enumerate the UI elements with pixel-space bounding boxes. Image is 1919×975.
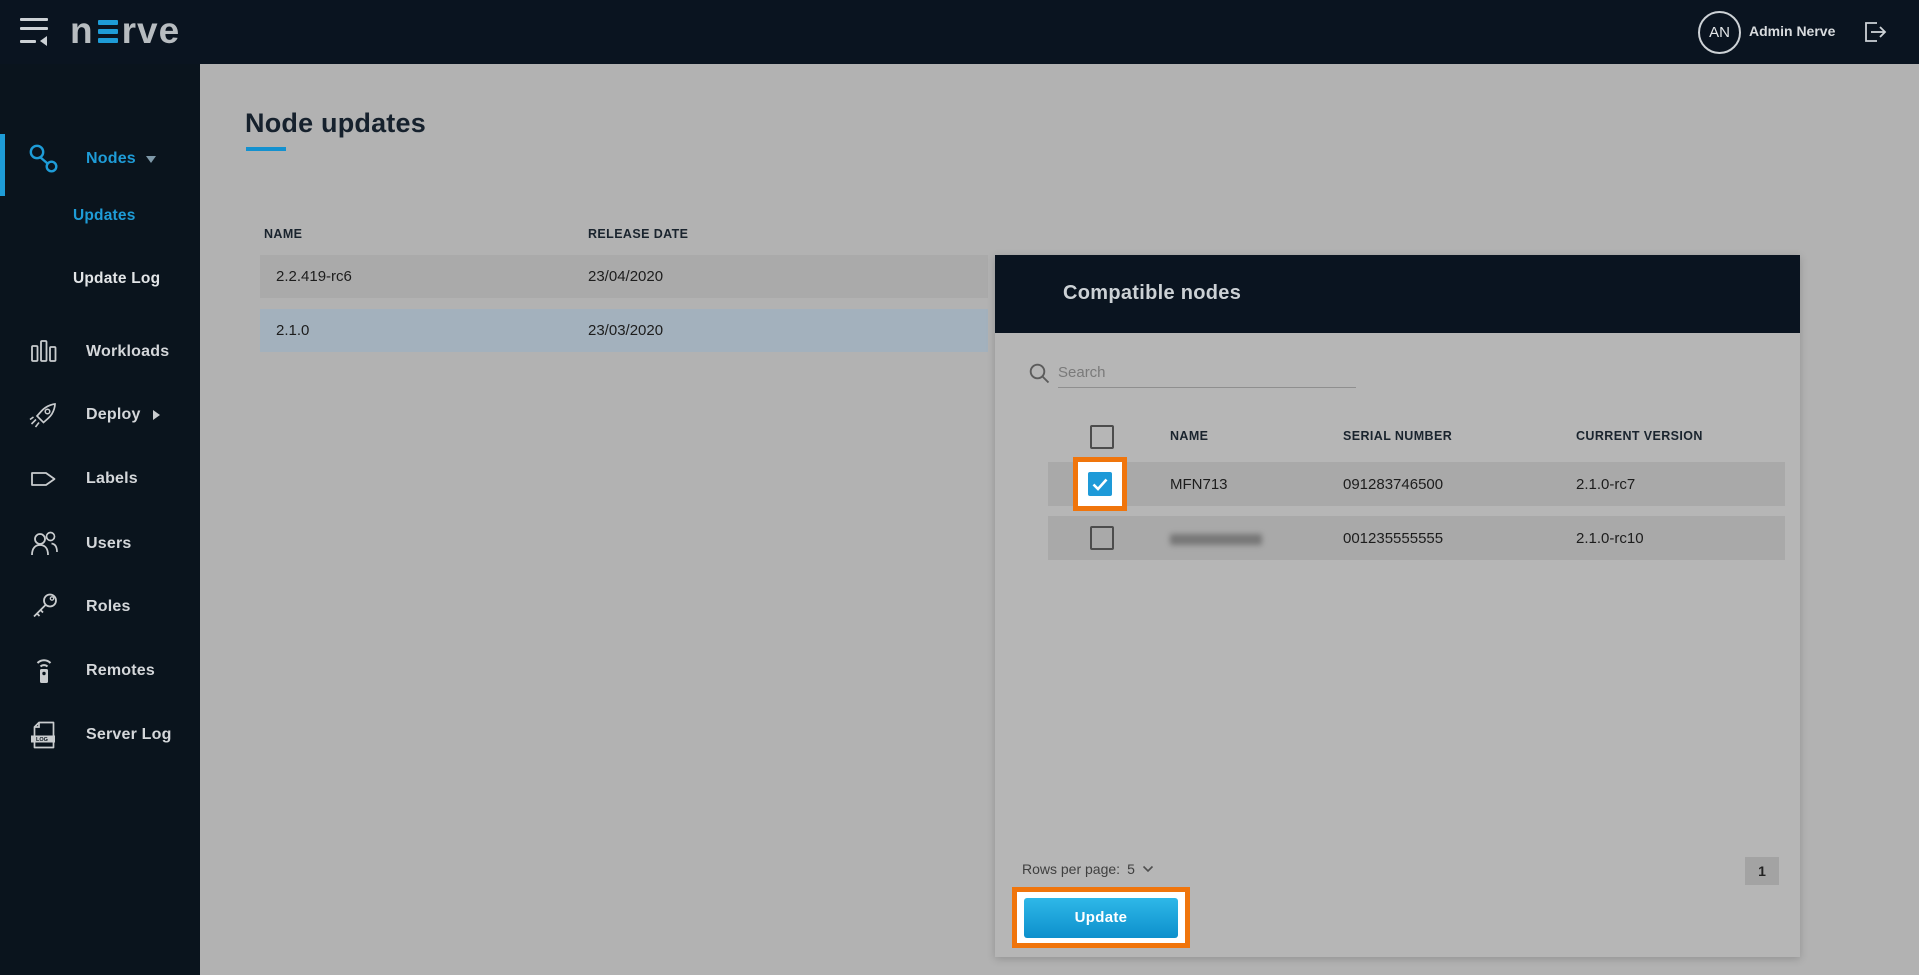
table-header-row: NAME RELEASE DATE	[260, 219, 988, 255]
update-name: 2.2.419-rc6	[276, 268, 352, 285]
workloads-icon	[26, 334, 62, 370]
key-icon	[26, 589, 62, 625]
user-name: Admin Nerve	[1749, 23, 1835, 39]
collapse-arrow-icon	[40, 36, 47, 46]
sidebar: Nodes Updates Update Log Workloads Deplo…	[0, 64, 200, 975]
node-serial: 091283746500	[1343, 476, 1443, 493]
sidebar-item-workloads[interactable]: Workloads	[0, 320, 200, 384]
sidebar-item-label: Deploy	[86, 406, 141, 424]
column-header-serial: SERIAL NUMBER	[1343, 429, 1452, 443]
node-row[interactable]: MFN713 091283746500 2.1.0-rc7	[1048, 462, 1785, 506]
logo-text-pre: n	[70, 10, 94, 52]
page-title: Node updates	[245, 108, 426, 139]
nerve-logo: n rve	[70, 10, 180, 52]
sidebar-item-label: Users	[86, 535, 131, 553]
sidebar-item-label: Remotes	[86, 662, 155, 680]
annotation-highlight-update: Update	[1012, 887, 1190, 948]
sidebar-item-updates[interactable]: Updates	[0, 188, 200, 244]
sidebar-item-label: Server Log	[86, 726, 172, 744]
chevron-down-icon	[146, 156, 156, 163]
chevron-right-icon	[153, 410, 160, 420]
checkbox-unchecked[interactable]	[1090, 526, 1114, 550]
page-number: 1	[1758, 863, 1766, 879]
sidebar-item-update-log[interactable]: Update Log	[0, 251, 200, 307]
table-row-selected[interactable]: 2.1.0 23/03/2020	[260, 309, 988, 352]
node-updates-table: NAME RELEASE DATE 2.2.419-rc6 23/04/2020…	[260, 219, 988, 363]
panel-title: Compatible nodes	[1063, 282, 1241, 305]
title-underline	[246, 147, 286, 151]
screen: n rve AN Admin Nerve Nodes Updates Updat…	[0, 0, 1919, 975]
redacted-node-name	[1170, 534, 1262, 545]
label-tag-icon	[26, 461, 62, 497]
update-button[interactable]: Update	[1024, 898, 1178, 938]
svg-text:LOG: LOG	[36, 737, 48, 743]
node-serial: 001235555555	[1343, 530, 1443, 547]
sidebar-item-label: Updates	[73, 207, 136, 225]
sidebar-item-users[interactable]: Users	[0, 512, 200, 576]
deploy-rocket-icon	[26, 397, 62, 433]
avatar[interactable]: AN	[1698, 11, 1741, 54]
rows-per-page-value: 5	[1127, 861, 1135, 877]
sidebar-item-deploy[interactable]: Deploy	[0, 383, 200, 447]
checkbox-checked[interactable]	[1088, 472, 1112, 496]
sidebar-item-label: Roles	[86, 598, 131, 616]
logo-e-bars-icon	[98, 20, 118, 43]
rows-per-page-control[interactable]: Rows per page: 5	[1022, 861, 1154, 877]
column-header-release-date: RELEASE DATE	[588, 227, 688, 241]
sidebar-item-remotes[interactable]: Remotes	[0, 639, 200, 703]
sidebar-item-roles[interactable]: Roles	[0, 575, 200, 639]
avatar-initials: AN	[1709, 24, 1730, 41]
sidebar-item-labels[interactable]: Labels	[0, 447, 200, 511]
annotation-highlight-checkbox	[1073, 457, 1127, 511]
column-header-version: CURRENT VERSION	[1576, 429, 1703, 443]
column-header-name: NAME	[264, 227, 302, 241]
node-row[interactable]: 001235555555 2.1.0-rc10	[1048, 516, 1785, 560]
users-icon	[26, 526, 62, 562]
logout-icon[interactable]	[1858, 16, 1890, 48]
top-bar: n rve AN Admin Nerve	[0, 0, 1919, 64]
pagination-page-1[interactable]: 1	[1745, 857, 1779, 885]
node-version: 2.1.0-rc7	[1576, 476, 1635, 493]
nodes-icon	[26, 141, 62, 177]
panel-footer: Rows per page: 5 1	[995, 851, 1800, 891]
search-row	[1028, 358, 1358, 390]
remote-control-icon	[26, 653, 62, 689]
node-name: MFN713	[1170, 476, 1228, 493]
sidebar-item-label: Update Log	[73, 270, 160, 288]
compatible-nodes-panel: Compatible nodes NAME SERIAL NUMBER CURR…	[995, 255, 1800, 957]
update-release-date: 23/03/2020	[588, 322, 663, 339]
search-icon	[1028, 362, 1052, 391]
update-release-date: 23/04/2020	[588, 268, 663, 285]
rows-per-page-label: Rows per page:	[1022, 861, 1120, 877]
logo-text-post: rve	[122, 10, 181, 52]
node-version: 2.1.0-rc10	[1576, 530, 1644, 547]
chevron-down-icon	[1142, 865, 1154, 873]
select-all-checkbox[interactable]	[1090, 425, 1114, 449]
update-name: 2.1.0	[276, 322, 309, 339]
sidebar-item-server-log[interactable]: LOG Server Log	[0, 703, 200, 767]
search-input[interactable]	[1058, 358, 1356, 388]
panel-header: Compatible nodes	[995, 255, 1800, 333]
sidebar-item-nodes[interactable]: Nodes	[0, 131, 200, 187]
hamburger-menu-icon[interactable]	[20, 18, 50, 46]
panel-table-header: NAME SERIAL NUMBER CURRENT VERSION	[995, 415, 1800, 459]
sidebar-item-label: Nodes	[86, 150, 136, 168]
column-header-name: NAME	[1170, 429, 1208, 443]
sidebar-item-label: Labels	[86, 470, 138, 488]
table-row[interactable]: 2.2.419-rc6 23/04/2020	[260, 255, 988, 298]
sidebar-item-label: Workloads	[86, 343, 169, 361]
server-log-icon: LOG	[26, 717, 62, 753]
